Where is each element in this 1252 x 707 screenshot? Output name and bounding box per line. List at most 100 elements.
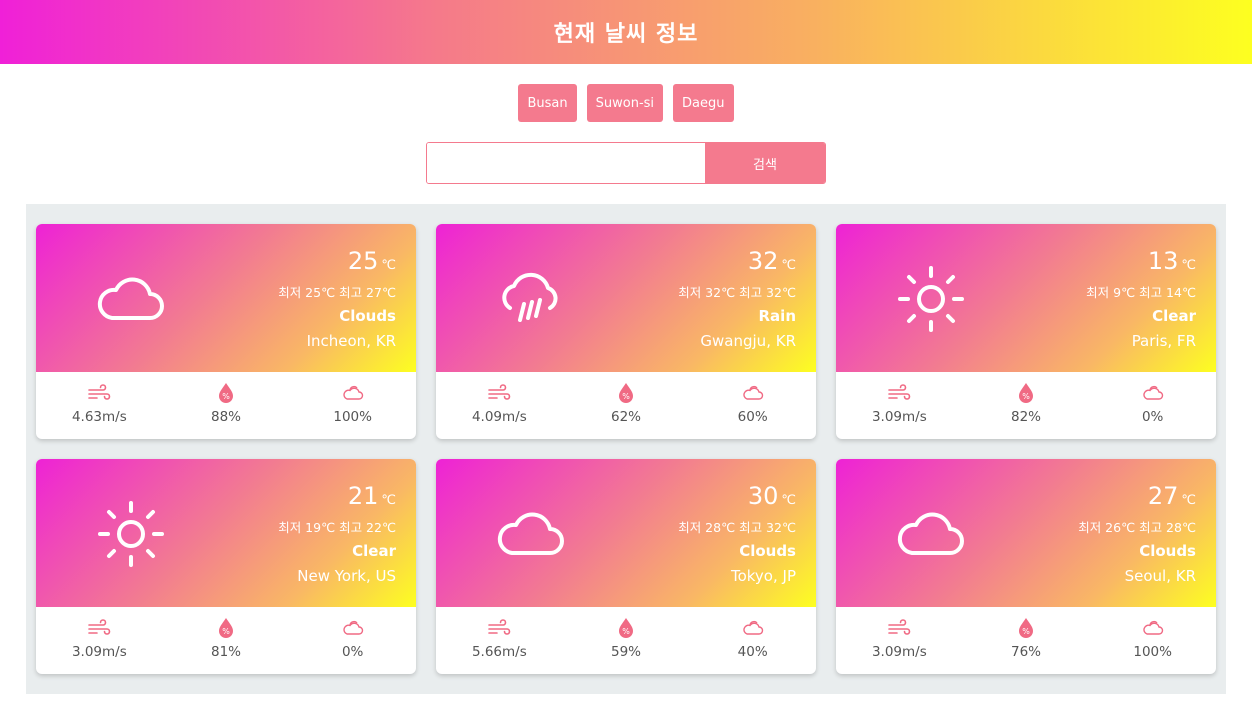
weather-stats: 3.09m/s % 82% 0% <box>836 372 1216 439</box>
humidity-icon: % <box>214 382 238 404</box>
cloud-icon <box>894 497 968 571</box>
humidity-icon: % <box>1014 382 1038 404</box>
cloudiness-stat: 60% <box>689 372 816 439</box>
location-label: Tokyo, JP <box>730 567 796 585</box>
search-bar: 검색 <box>426 142 826 184</box>
humidity-stat: % 76% <box>963 607 1090 674</box>
weather-card: 13 ℃ 최저 9℃ 최고 14℃ Clear Paris, FR 3.09m/s… <box>836 224 1216 439</box>
city-button-busan[interactable]: Busan <box>518 84 577 122</box>
cloudiness-value: 100% <box>333 409 372 425</box>
wind-value: 4.63m/s <box>71 409 127 425</box>
temp-min-max: 최저 9℃ 최고 14℃ <box>1086 285 1196 300</box>
clouds-icon <box>741 617 765 639</box>
wind-stat: 3.09m/s <box>836 607 963 674</box>
cloud-icon <box>94 262 168 336</box>
humidity-value: 62% <box>611 409 642 425</box>
temp-min-max: 최저 25℃ 최고 27℃ <box>278 285 396 300</box>
location-label: New York, US <box>297 567 396 585</box>
humidity-stat: % 81% <box>163 607 290 674</box>
temp-min-max: 최저 32℃ 최고 32℃ <box>678 285 796 300</box>
location-label: Incheon, KR <box>306 332 396 350</box>
wind-stat: 3.09m/s <box>36 607 163 674</box>
location-label: Gwangju, KR <box>700 332 796 350</box>
wind-value: 3.09m/s <box>71 644 127 660</box>
cloudiness-stat: 100% <box>289 372 416 439</box>
humidity-stat: % 62% <box>563 372 690 439</box>
weather-description: Rain <box>758 307 797 325</box>
humidity-icon: % <box>1014 617 1038 639</box>
wind-stat: 4.09m/s <box>436 372 563 439</box>
svg-text:%: % <box>1022 627 1030 636</box>
temperature: 25 ℃ <box>347 247 396 275</box>
weather-card: 27 ℃ 최저 26℃ 최고 28℃ Clouds Seoul, KR 3.09m… <box>836 459 1216 674</box>
svg-text:%: % <box>622 392 630 401</box>
weather-stats: 4.63m/s % 88% 100% <box>36 372 416 439</box>
wind-value: 5.66m/s <box>471 644 527 660</box>
city-button-daegu[interactable]: Daegu <box>673 84 734 122</box>
cloudiness-value: 0% <box>1141 409 1164 425</box>
cloudiness-stat: 0% <box>289 607 416 674</box>
humidity-icon: % <box>614 382 638 404</box>
weather-card-header: 21 ℃ 최저 19℃ 최고 22℃ Clear New York, US <box>36 459 416 607</box>
rain-icon <box>494 262 568 336</box>
sun-icon <box>894 262 968 336</box>
humidity-value: 59% <box>611 644 642 660</box>
svg-text:%: % <box>622 627 630 636</box>
wind-icon <box>87 382 111 404</box>
weather-stats: 3.09m/s % 76% 100% <box>836 607 1216 674</box>
temp-min-max: 최저 19℃ 최고 22℃ <box>278 520 396 535</box>
svg-text:%: % <box>222 392 230 401</box>
humidity-stat: % 59% <box>563 607 690 674</box>
svg-text:%: % <box>222 627 230 636</box>
humidity-icon: % <box>614 617 638 639</box>
cloudiness-value: 100% <box>1133 644 1172 660</box>
weather-card-header: 25 ℃ 최저 25℃ 최고 27℃ Clouds Incheon, KR <box>36 224 416 372</box>
humidity-icon: % <box>214 617 238 639</box>
weather-card-header: 27 ℃ 최저 26℃ 최고 28℃ Clouds Seoul, KR <box>836 459 1216 607</box>
cloudiness-value: 0% <box>341 644 364 660</box>
humidity-stat: % 82% <box>963 372 1090 439</box>
temperature: 32 ℃ <box>747 247 796 275</box>
weather-description: Clear <box>352 542 396 560</box>
weather-card-header: 32 ℃ 최저 32℃ 최고 32℃ Rain Gwangju, KR <box>436 224 816 372</box>
location-label: Seoul, KR <box>1124 567 1196 585</box>
wind-icon <box>487 617 511 639</box>
cloudiness-value: 40% <box>737 644 768 660</box>
humidity-value: 81% <box>211 644 242 660</box>
temp-min-max: 최저 28℃ 최고 32℃ <box>678 520 796 535</box>
wind-value: 4.09m/s <box>471 409 527 425</box>
svg-text:%: % <box>1022 392 1030 401</box>
clouds-icon <box>1141 617 1165 639</box>
cloudiness-stat: 100% <box>1089 607 1216 674</box>
weather-card: 21 ℃ 최저 19℃ 최고 22℃ Clear New York, US 3.0… <box>36 459 416 674</box>
weather-description: Clouds <box>339 307 396 325</box>
clouds-icon <box>741 382 765 404</box>
search-button[interactable]: 검색 <box>705 143 825 183</box>
page-title: 현재 날씨 정보 <box>553 22 699 47</box>
sun-icon <box>94 497 168 571</box>
search-input[interactable] <box>427 143 705 183</box>
city-button-suwon[interactable]: Suwon-si <box>586 84 664 122</box>
weather-card-header: 13 ℃ 최저 9℃ 최고 14℃ Clear Paris, FR <box>836 224 1216 372</box>
cloudiness-value: 60% <box>737 409 768 425</box>
weather-card: 25 ℃ 최저 25℃ 최고 27℃ Clouds Incheon, KR 4.6… <box>36 224 416 439</box>
temp-min-max: 최저 26℃ 최고 28℃ <box>1078 520 1196 535</box>
wind-icon <box>487 382 511 404</box>
weather-stats: 3.09m/s % 81% 0% <box>36 607 416 674</box>
page-header: 현재 날씨 정보 <box>0 0 1252 64</box>
wind-stat: 3.09m/s <box>836 372 963 439</box>
cloud-icon <box>494 497 568 571</box>
location-label: Paris, FR <box>1131 332 1196 350</box>
clouds-icon <box>1141 382 1165 404</box>
cloudiness-stat: 0% <box>1089 372 1216 439</box>
weather-stats: 4.09m/s % 62% 60% <box>436 372 816 439</box>
weather-card: 30 ℃ 최저 28℃ 최고 32℃ Clouds Tokyo, JP 5.66m… <box>436 459 816 674</box>
humidity-stat: % 88% <box>163 372 290 439</box>
city-button-group: Busan Suwon-si Daegu <box>0 84 1252 122</box>
wind-icon <box>87 617 111 639</box>
weather-stats: 5.66m/s % 59% 40% <box>436 607 816 674</box>
humidity-value: 76% <box>1011 644 1042 660</box>
temperature: 13 ℃ <box>1147 247 1196 275</box>
temperature: 21 ℃ <box>347 482 396 510</box>
temperature: 27 ℃ <box>1147 482 1196 510</box>
